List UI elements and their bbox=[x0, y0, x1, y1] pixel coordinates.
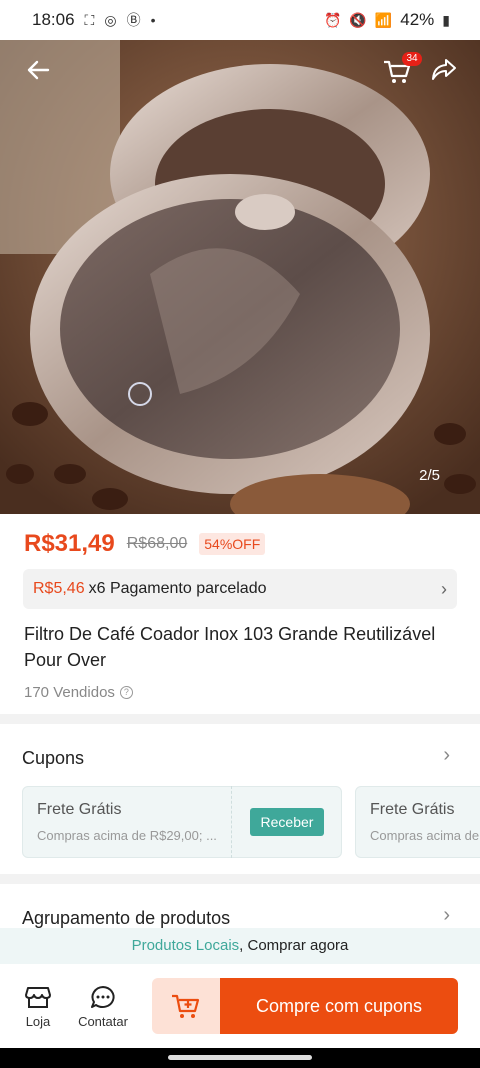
product-group-section[interactable]: Agrupamento de produtos › bbox=[0, 884, 480, 934]
image-page-indicator: 2/5 bbox=[419, 467, 440, 484]
b-icon: Ⓑ bbox=[126, 12, 141, 28]
mute-icon: 🔇 bbox=[349, 11, 367, 28]
receive-coupon-button[interactable]: Receber bbox=[250, 808, 324, 836]
coupons-title: Cupons bbox=[22, 748, 85, 768]
status-time: 18:06 bbox=[32, 10, 75, 29]
screenshot-icon: ⛶ bbox=[84, 11, 95, 28]
chat-icon bbox=[91, 986, 115, 1008]
store-label: Loja bbox=[25, 1014, 51, 1029]
coupon-subtitle: Compras acima de R$29,00; ... bbox=[37, 828, 217, 843]
price-row: R$31,49 R$68,00 54%OFF bbox=[24, 530, 266, 558]
coupon-title: Frete Grátis bbox=[37, 801, 122, 818]
product-info: R$31,49 R$68,00 54%OFF R$5,46 x6 Pagamen… bbox=[0, 514, 480, 714]
coupon-title: Frete Grátis bbox=[370, 801, 455, 818]
installment-price: R$5,46 bbox=[33, 580, 85, 597]
buy-now-text: , Comprar agora bbox=[239, 937, 349, 954]
installment-row[interactable]: R$5,46 x6 Pagamento parcelado › bbox=[23, 569, 457, 609]
wifi-icon: 📶 bbox=[374, 11, 393, 28]
cart-count-badge: 34 bbox=[402, 52, 422, 66]
product-photo bbox=[0, 34, 480, 514]
dot-icon: • bbox=[150, 12, 156, 28]
local-products-link[interactable]: Produtos Locais bbox=[132, 937, 240, 954]
contact-label: Contatar bbox=[78, 1014, 128, 1029]
coupon-divider bbox=[231, 786, 232, 858]
share-icon[interactable] bbox=[428, 54, 458, 84]
sold-count: 170 Vendidos ? bbox=[24, 684, 133, 701]
discount-badge: 54%OFF bbox=[199, 533, 266, 555]
sold-text: 170 Vendidos bbox=[24, 684, 115, 701]
add-to-cart-button[interactable] bbox=[152, 978, 220, 1034]
alarm-icon: ⏰ bbox=[323, 11, 342, 28]
original-price: R$68,00 bbox=[126, 535, 188, 552]
home-gesture-pill[interactable] bbox=[168, 1055, 312, 1060]
product-group-title: Agrupamento de produtos bbox=[22, 908, 231, 928]
battery-level: 42% bbox=[400, 10, 435, 29]
store-button[interactable]: Loja bbox=[20, 984, 56, 1029]
local-products-banner[interactable]: Produtos Locais, Comprar agora bbox=[0, 928, 480, 964]
buy-with-coupons-button[interactable]: Compre com cupons bbox=[220, 978, 458, 1034]
current-price: R$31,49 bbox=[24, 530, 115, 557]
store-icon bbox=[25, 987, 51, 1008]
navigation-gesture-area bbox=[0, 1048, 480, 1068]
installment-text: x6 Pagamento parcelado bbox=[88, 580, 267, 597]
coupon-card[interactable]: Frete Grátis Compras acima de bbox=[355, 786, 480, 858]
product-image[interactable]: 34 2/5 bbox=[0, 34, 480, 514]
chevron-right-icon: › bbox=[443, 904, 450, 926]
bottom-action-bar: Loja Contatar Compre com cupons bbox=[0, 964, 480, 1048]
help-icon[interactable]: ? bbox=[119, 686, 133, 699]
coupon-subtitle: Compras acima de bbox=[370, 828, 480, 843]
contact-button[interactable]: Contatar bbox=[74, 984, 132, 1029]
back-arrow-icon[interactable] bbox=[22, 54, 54, 86]
whatsapp-icon: ◎ bbox=[104, 11, 117, 28]
chevron-right-icon[interactable]: › bbox=[443, 744, 450, 767]
battery-icon: ▮ bbox=[442, 11, 450, 28]
add-cart-icon bbox=[172, 994, 200, 1018]
product-title: Filtro De Café Coador Inox 103 Grande Re… bbox=[24, 624, 436, 670]
coupons-section: Cupons › Frete Grátis Compras acima de R… bbox=[0, 724, 480, 874]
chevron-right-icon: › bbox=[441, 578, 447, 599]
status-bar: 18:06 ⛶ ◎ Ⓑ • ⏰ 🔇 📶 42% ▮ bbox=[0, 0, 480, 40]
